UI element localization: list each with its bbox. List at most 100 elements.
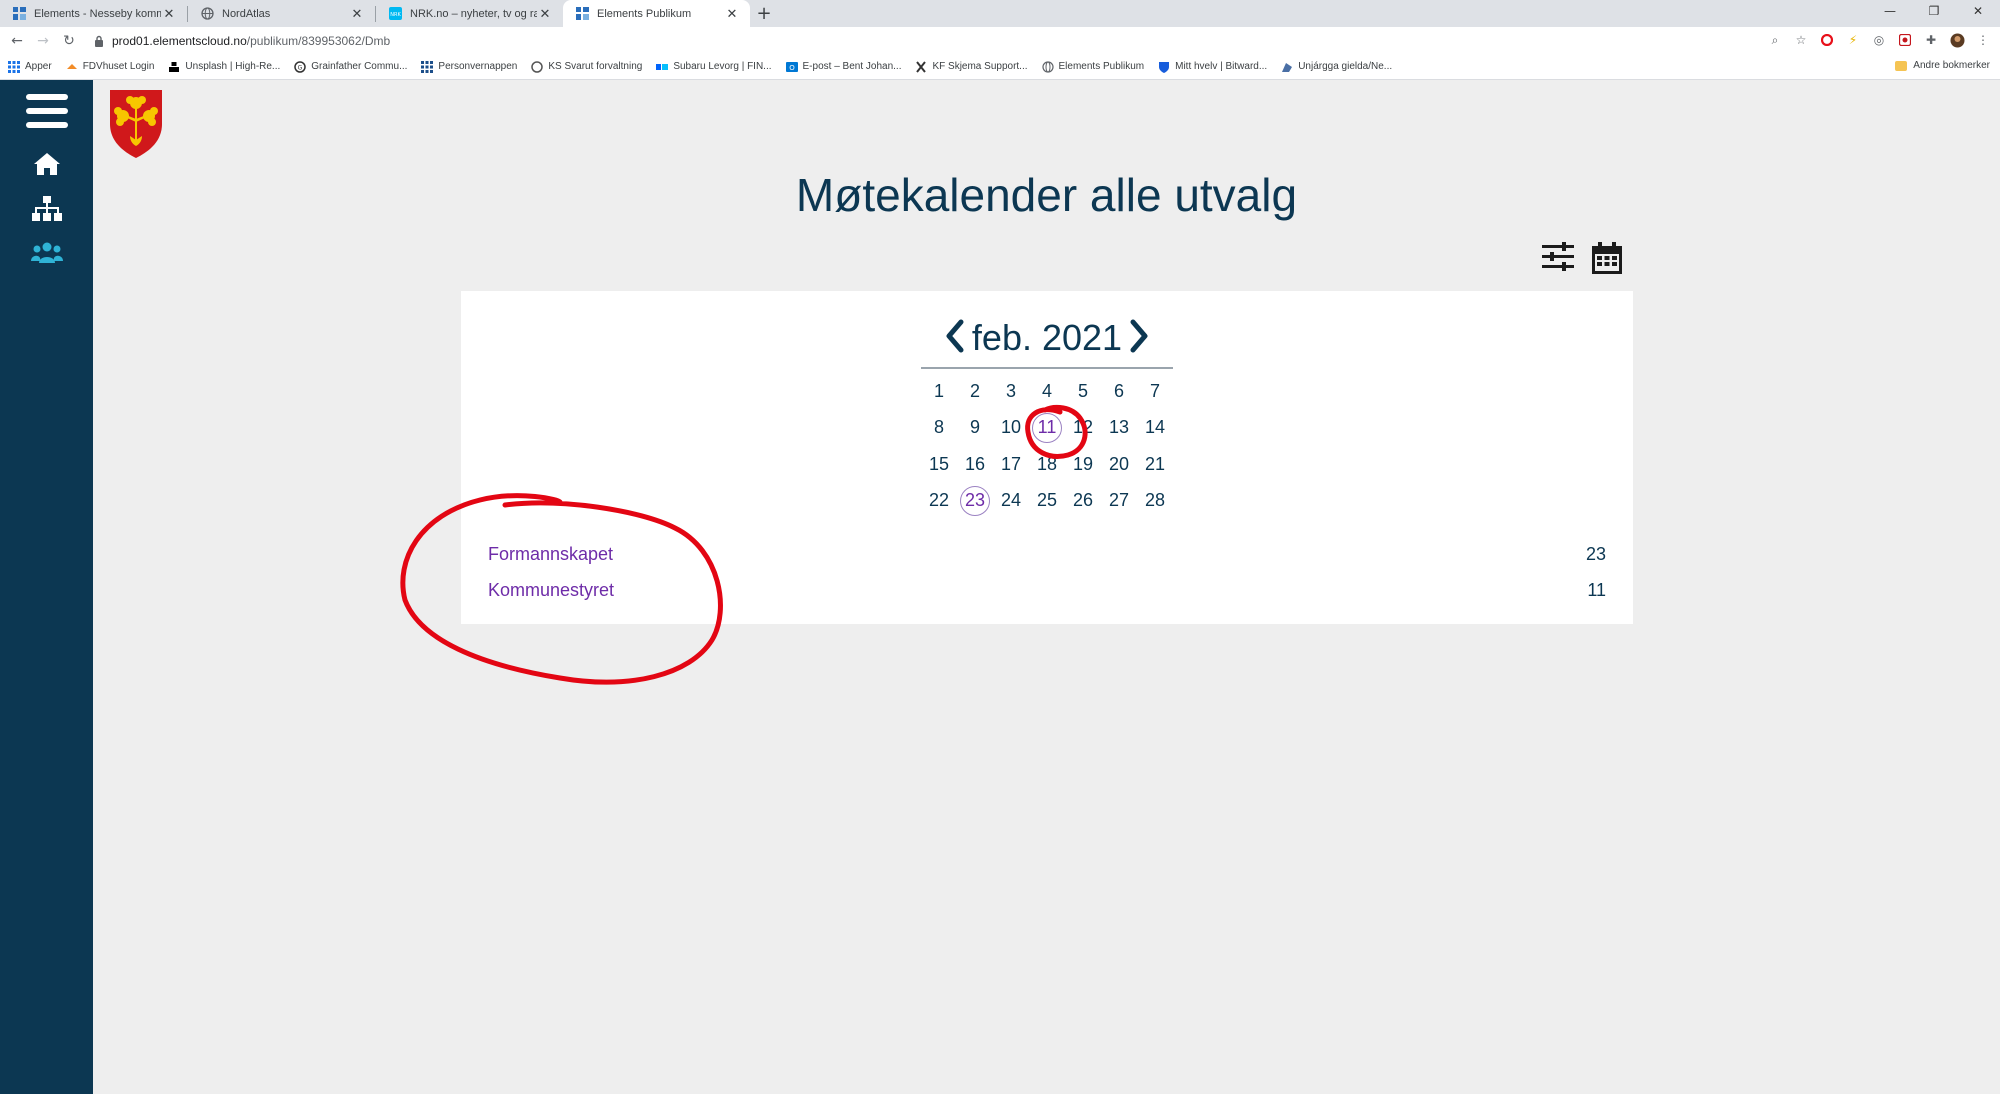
bookmark-bitwarden[interactable]: Mitt hvelv | Bitward... [1158, 61, 1267, 73]
home-button[interactable] [0, 152, 93, 176]
calendar-day[interactable]: 20 [1101, 446, 1137, 483]
bookmark-elements-publikum[interactable]: Elements Publikum [1041, 60, 1144, 73]
sidebar [0, 80, 93, 1094]
apps-grid-icon [8, 60, 20, 73]
meeting-row[interactable]: Formannskapet 23 [488, 536, 1606, 572]
window-controls: — ❐ ✕ [1868, 0, 2000, 22]
menu-dots-icon[interactable]: ⋮ [1974, 31, 1992, 49]
new-tab-button[interactable]: + [750, 0, 778, 27]
day-number: 19 [1072, 453, 1094, 474]
forward-icon[interactable]: → [30, 28, 56, 54]
browser-tab-2[interactable]: NordAtlas ✕ [188, 0, 375, 27]
calendar-day[interactable]: 17 [993, 446, 1029, 483]
browser-tab-3[interactable]: NRK NRK.no – nyheter, tv og radio fra ✕ [376, 0, 563, 27]
day-number: 28 [1144, 490, 1166, 511]
day-number: 11 [1032, 412, 1062, 443]
calendar-day[interactable]: 8 [921, 410, 957, 447]
calendar-day[interactable]: 25 [1029, 483, 1065, 520]
fdvhuset-icon [66, 63, 77, 69]
calendar-day[interactable]: 19 [1065, 446, 1101, 483]
day-number: 16 [964, 453, 986, 474]
back-icon[interactable]: ← [4, 28, 30, 54]
day-number: 10 [1000, 417, 1022, 438]
record-extension-icon[interactable] [1896, 31, 1914, 49]
calendar-day[interactable]: 26 [1065, 483, 1101, 520]
day-number: 20 [1108, 453, 1130, 474]
outlook-icon: O [785, 61, 798, 72]
calendar-day[interactable]: 15 [921, 446, 957, 483]
calendar-icon[interactable] [1592, 242, 1622, 274]
browser-tab-4[interactable]: Elements Publikum ✕ [563, 0, 750, 27]
bookmark-email[interactable]: O E-post – Bent Johan... [785, 61, 901, 73]
browser-tab-1[interactable]: Elements - Nesseby kommune ✕ [0, 0, 187, 27]
close-icon[interactable]: ✕ [537, 6, 553, 22]
calendar-day[interactable]: 3 [993, 373, 1029, 410]
address-bar[interactable]: prod01.elementscloud.no/publikum/8399530… [94, 30, 1794, 51]
toolbar-actions: ⌕ ☆ ⚡ ◎ ✚ ⋮ [1766, 31, 1992, 49]
calendar-days-grid: 1 2 3 4 5 6 7 8 9 10 11 12 13 14 15 16 17 18 19 20 21 22 23 24 2… [921, 373, 1173, 519]
close-icon[interactable]: ✕ [161, 6, 177, 22]
restore-icon[interactable]: ❐ [1912, 0, 1956, 22]
calendar-day[interactable]: 27 [1101, 483, 1137, 520]
profile-avatar[interactable] [1948, 31, 1966, 49]
close-icon[interactable]: ✕ [724, 6, 740, 22]
calendar-day[interactable]: 7 [1137, 373, 1173, 410]
bookmark-kf-skjema[interactable]: KF Skjema Support... [915, 60, 1028, 73]
calendar-day[interactable]: 9 [957, 410, 993, 447]
url-host: prod01.elementscloud.no [112, 33, 247, 48]
bookmark-ks-svarut[interactable]: KS Svarut forvaltning [531, 60, 642, 73]
calendar-day-meeting[interactable]: 23 [957, 483, 993, 520]
svg-text:O: O [789, 64, 795, 72]
calendar-day[interactable]: 18 [1029, 446, 1065, 483]
meeting-committee-link[interactable]: Kommunestyret [488, 580, 614, 601]
calendar-day[interactable]: 24 [993, 483, 1029, 520]
calendar-day[interactable]: 16 [957, 446, 993, 483]
committees-button[interactable] [0, 242, 93, 264]
close-window-icon[interactable]: ✕ [1956, 0, 2000, 22]
day-number: 24 [1000, 490, 1022, 511]
calendar-day[interactable]: 6 [1101, 373, 1137, 410]
calendar-day[interactable]: 22 [921, 483, 957, 520]
calendar-day-meeting[interactable]: 11 [1029, 410, 1065, 447]
org-structure-button[interactable] [0, 196, 93, 222]
calendar-day[interactable]: 1 [921, 373, 957, 410]
meeting-row[interactable]: Kommunestyret 11 [488, 572, 1606, 608]
reload-icon[interactable]: ↻ [56, 28, 82, 54]
other-bookmarks[interactable]: Andre bokmerker [1895, 60, 1990, 71]
day-number: 4 [1041, 380, 1052, 401]
calendar-day[interactable]: 28 [1137, 483, 1173, 520]
elements-icon [12, 7, 26, 21]
bookmark-fdvhuset[interactable]: FDVhuset Login [66, 61, 154, 73]
hamburger-menu-button[interactable] [0, 92, 93, 130]
tab-title: Elements - Nesseby kommune [34, 7, 161, 20]
opera-extension-icon[interactable] [1818, 31, 1836, 49]
users-icon [30, 242, 63, 263]
extension-circle-icon[interactable]: ◎ [1870, 31, 1888, 49]
day-number: 23 [960, 485, 990, 516]
bookmark-subaru[interactable]: Subaru Levorg | FIN... [656, 61, 772, 73]
zoom-icon[interactable]: ⌕ [1766, 31, 1784, 49]
bookmark-grainfather[interactable]: G Grainfather Commu... [294, 60, 407, 73]
minimize-icon[interactable]: — [1868, 0, 1912, 22]
calendar-day[interactable]: 5 [1065, 373, 1101, 410]
star-icon[interactable]: ☆ [1792, 31, 1810, 49]
bookmark-apps[interactable]: Apper [8, 60, 52, 73]
bookmark-unjargga[interactable]: Unjárgga gielda/Ne... [1281, 61, 1392, 73]
filter-sliders-icon[interactable] [1542, 242, 1574, 272]
bookmark-personvernappen[interactable]: Personvernappen [421, 60, 517, 73]
puzzle-icon[interactable]: ✚ [1922, 31, 1940, 49]
bookmark-unsplash[interactable]: Unsplash | High-Re... [168, 61, 280, 73]
calendar-day[interactable]: 14 [1137, 410, 1173, 447]
close-icon[interactable]: ✕ [349, 6, 365, 22]
calendar-day[interactable]: 10 [993, 410, 1029, 447]
chevron-right-icon[interactable] [1127, 319, 1151, 353]
svg-text:G: G [298, 64, 303, 71]
meeting-committee-link[interactable]: Formannskapet [488, 544, 613, 565]
calendar-day[interactable]: 4 [1029, 373, 1065, 410]
calendar-day[interactable]: 2 [957, 373, 993, 410]
calendar-day[interactable]: 21 [1137, 446, 1173, 483]
calendar-day[interactable]: 12 [1065, 410, 1101, 447]
calendar-day[interactable]: 13 [1101, 410, 1137, 447]
bolt-extension-icon[interactable]: ⚡ [1844, 31, 1862, 49]
day-number: 25 [1036, 490, 1058, 511]
